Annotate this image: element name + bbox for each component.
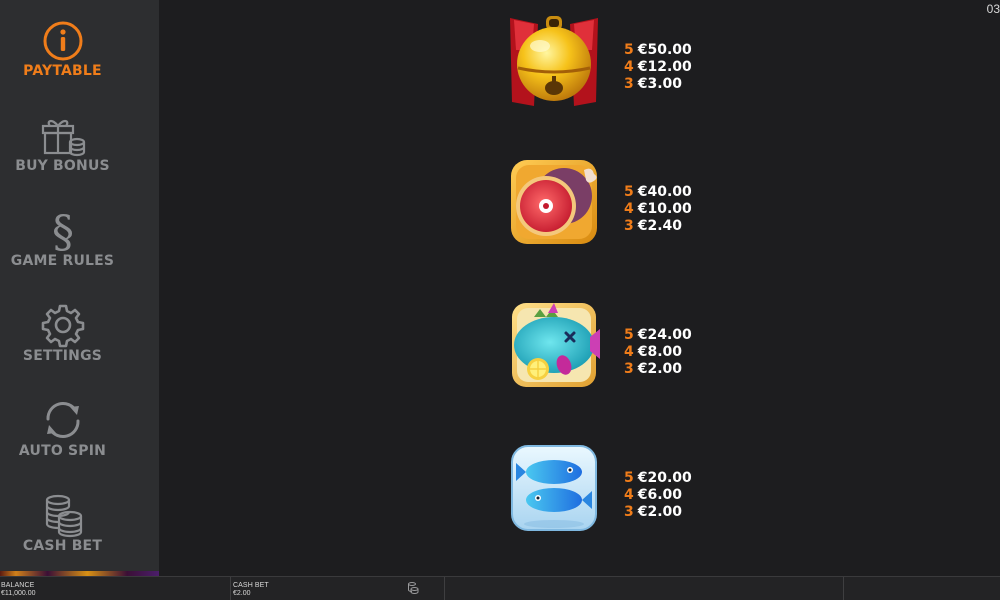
symbol-count: 4 <box>624 344 634 360</box>
balance-label: BALANCE <box>1 582 35 589</box>
payout-amount: €6.00 <box>637 487 683 503</box>
symbol-count: 5 <box>624 327 634 343</box>
payout-amount: €40.00 <box>637 184 692 200</box>
balance-value: €11,000.00 <box>1 590 36 597</box>
svg-text:§: § <box>52 207 74 253</box>
blue-fish-symbol-icon <box>511 445 597 531</box>
fish-symbol-icon <box>512 303 600 387</box>
sidebar-item-paytable[interactable]: PAYTABLE <box>0 5 125 100</box>
symbol-count: 4 <box>624 487 634 503</box>
gift-icon <box>41 120 86 157</box>
section-sign-icon: § <box>52 207 74 253</box>
payout-line: 3 €2.00 <box>624 361 692 378</box>
payout-line: 5 €20.00 <box>624 470 692 487</box>
symbol-count: 3 <box>624 361 634 377</box>
refresh-icon <box>46 401 80 439</box>
bell-symbol-icon <box>510 16 598 106</box>
paytable-row: 5 €40.00 4 €10.00 3 €2.40 <box>159 152 1000 262</box>
paytable-row: 5 €24.00 4 €8.00 3 €2.00 <box>159 295 1000 405</box>
menu-sidebar: PAYTABLE BUY BONUS § GAME RULES SETTINGS… <box>0 0 159 576</box>
paytable-row: 5 €20.00 4 €6.00 3 €2.00 <box>159 438 1000 548</box>
payout-line: 4 €10.00 <box>624 201 692 218</box>
payout-line: 3 €3.00 <box>624 76 692 93</box>
cash-bet-display[interactable]: CASH BET €2.00 <box>231 577 444 600</box>
payout-amount: €50.00 <box>637 42 692 58</box>
symbol-count: 3 <box>624 76 634 92</box>
payout-line: 5 €24.00 <box>624 327 692 344</box>
payout-list: 5 €40.00 4 €10.00 3 €2.40 <box>624 184 692 235</box>
sidebar-item-game-rules[interactable]: § GAME RULES <box>0 195 125 290</box>
game-screen: PAYTABLE BUY BONUS § GAME RULES SETTINGS… <box>0 0 1000 600</box>
payout-amount: €24.00 <box>637 327 692 343</box>
gear-icon <box>41 304 85 348</box>
payout-line: 4 €8.00 <box>624 344 692 361</box>
payout-amount: €2.00 <box>637 361 683 377</box>
balance-display: BALANCE €11,000.00 <box>0 577 230 600</box>
paytable-row: 5 €50.00 4 €12.00 3 €3.00 <box>159 10 1000 120</box>
symbol-count: 3 <box>624 218 634 234</box>
payout-amount: €8.00 <box>637 344 683 360</box>
sidebar-item-buy-bonus[interactable]: BUY BONUS <box>0 100 125 195</box>
cash-bet-value: €2.00 <box>233 590 251 597</box>
cash-bet-label: CASH BET <box>233 582 269 589</box>
sidebar-item-label: SETTINGS <box>22 348 103 364</box>
payout-amount: €20.00 <box>637 470 692 486</box>
divider <box>843 577 844 600</box>
paytable-panel[interactable]: 03 5 €50.00 4 €12.00 3 €3.00 5 €40.00 4 … <box>159 0 1000 576</box>
symbol-count: 5 <box>624 42 634 58</box>
payout-line: 3 €2.40 <box>624 218 692 235</box>
symbol-count: 4 <box>624 201 634 217</box>
payout-list: 5 €20.00 4 €6.00 3 €2.00 <box>624 470 692 521</box>
payout-line: 5 €40.00 <box>624 184 692 201</box>
symbol-count: 5 <box>624 184 634 200</box>
sidebar-item-label: AUTO SPIN <box>18 443 107 459</box>
sidebar-item-cash-bet[interactable]: CASH BET <box>0 480 125 575</box>
ham-symbol-icon <box>511 160 597 244</box>
info-icon <box>43 21 83 61</box>
sidebar-item-label: BUY BONUS <box>15 158 110 174</box>
sidebar-item-label: CASH BET <box>22 538 103 554</box>
payout-list: 5 €50.00 4 €12.00 3 €3.00 <box>624 42 692 93</box>
bottom-info-bar: BALANCE €11,000.00 CASH BET €2.00 <box>0 576 1000 600</box>
payout-line: 5 €50.00 <box>624 42 692 59</box>
payout-amount: €2.00 <box>637 504 683 520</box>
coins-icon <box>45 494 83 538</box>
divider <box>444 577 445 600</box>
payout-line: 4 €6.00 <box>624 487 692 504</box>
payout-amount: €3.00 <box>637 76 683 92</box>
payout-amount: €12.00 <box>637 59 692 75</box>
symbol-count: 3 <box>624 504 634 520</box>
sidebar-item-label: GAME RULES <box>10 253 115 269</box>
symbol-count: 5 <box>624 470 634 486</box>
symbol-count: 4 <box>624 59 634 75</box>
payout-amount: €2.40 <box>637 218 683 234</box>
payout-line: 4 €12.00 <box>624 59 692 76</box>
payout-amount: €10.00 <box>637 201 692 217</box>
payout-list: 5 €24.00 4 €8.00 3 €2.00 <box>624 327 692 378</box>
sidebar-item-settings[interactable]: SETTINGS <box>0 290 125 385</box>
payout-line: 3 €2.00 <box>624 504 692 521</box>
coins-icon <box>408 582 419 594</box>
sidebar-item-label: PAYTABLE <box>23 63 102 79</box>
sidebar-item-auto-spin[interactable]: AUTO SPIN <box>0 385 125 480</box>
